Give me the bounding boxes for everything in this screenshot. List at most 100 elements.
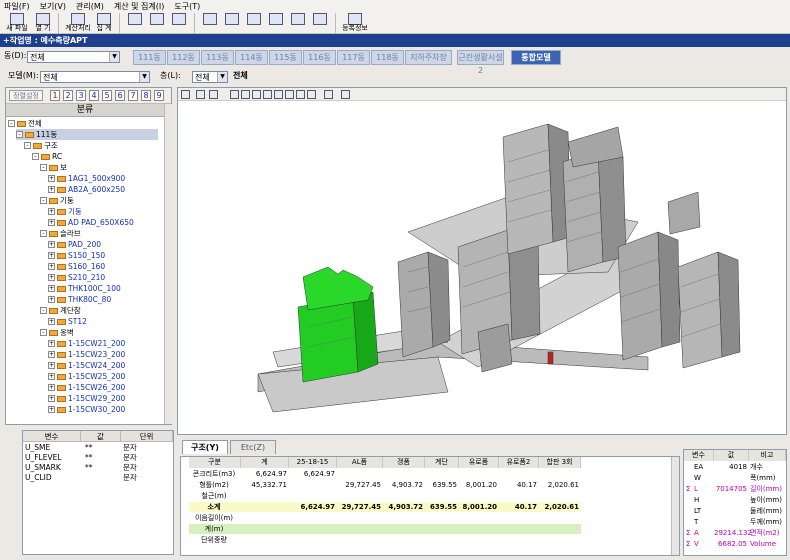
level-button-4[interactable]: 4 <box>89 90 99 101</box>
tool-button-8[interactable] <box>287 12 309 34</box>
expand-toggle-icon[interactable]: - <box>32 153 39 160</box>
reg-info-button[interactable]: 등록정보 <box>340 12 370 34</box>
tree-node[interactable]: + S160_160 <box>48 261 105 272</box>
tool-button-5[interactable] <box>221 12 243 34</box>
tool-button-9[interactable] <box>309 12 331 34</box>
tree-node[interactable]: + 기둥 <box>48 206 82 217</box>
expand-toggle-icon[interactable]: + <box>48 395 55 402</box>
expand-toggle-icon[interactable]: + <box>48 186 55 193</box>
tree-node[interactable]: - 구조 <box>24 140 58 151</box>
expand-toggle-icon[interactable]: + <box>48 175 55 182</box>
view-tool-icon[interactable] <box>263 90 272 99</box>
model-viewer[interactable] <box>177 87 787 435</box>
view-tool-icon[interactable] <box>209 90 218 99</box>
tool-button-3[interactable] <box>168 12 190 34</box>
tree-node[interactable]: + THK80C_80 <box>48 294 111 305</box>
tree-node[interactable]: - RC <box>32 151 62 162</box>
tree-node[interactable]: +1-15CW23_200 <box>48 349 125 360</box>
view-tool-icon[interactable] <box>285 90 294 99</box>
level-button-6[interactable]: 6 <box>115 90 125 101</box>
level-button-1[interactable]: 1 <box>50 90 60 101</box>
expand-toggle-icon[interactable]: + <box>48 373 55 380</box>
tab-building-8[interactable]: 지하주차장 <box>405 50 452 65</box>
tool-button-4[interactable] <box>199 12 221 34</box>
tab-building-9[interactable]: 근린생활시설2 <box>457 50 504 75</box>
expand-toggle-icon[interactable]: + <box>48 384 55 391</box>
view-tool-icon[interactable] <box>181 90 190 99</box>
view-tool-icon[interactable] <box>230 90 239 99</box>
view-tool-icon[interactable] <box>307 90 316 99</box>
expand-toggle-icon[interactable]: + <box>48 406 55 413</box>
level-button-8[interactable]: 8 <box>141 90 151 101</box>
tab-etc[interactable]: Etc(Z) <box>230 440 276 454</box>
view-tool-icon[interactable] <box>324 90 333 99</box>
view-tool-icon[interactable] <box>341 90 350 99</box>
menu-tools[interactable]: 도구(T) <box>174 1 200 12</box>
expand-toggle-icon[interactable]: + <box>48 351 55 358</box>
calc-button[interactable]: 계산처리 <box>63 12 93 34</box>
tab-structure[interactable]: 구조(Y) <box>182 440 228 454</box>
tree-node[interactable]: + S150_150 <box>48 250 105 261</box>
tree-node[interactable]: - 111동 <box>16 129 158 140</box>
grid-scrollbar[interactable] <box>671 457 679 555</box>
menu-manage[interactable]: 관리(M) <box>76 1 104 12</box>
level-button-9[interactable]: 9 <box>154 90 164 101</box>
tool-button-6[interactable] <box>243 12 265 34</box>
expand-toggle-icon[interactable]: + <box>48 219 55 226</box>
tab-building-10[interactable]: 통합모델 <box>511 50 561 65</box>
tab-building-1[interactable]: 112동 <box>167 50 200 65</box>
expand-toggle-icon[interactable]: + <box>48 208 55 215</box>
tree-node[interactable]: +1-15CW24_200 <box>48 360 125 371</box>
tool-button-2[interactable] <box>146 12 168 34</box>
tree-node[interactable]: + THK100C_100 <box>48 283 121 294</box>
tab-building-5[interactable]: 116동 <box>303 50 336 65</box>
expand-toggle-icon[interactable]: + <box>48 318 55 325</box>
expand-toggle-icon[interactable]: + <box>48 296 55 303</box>
tree-node[interactable]: -보 <box>40 162 67 173</box>
tool-button-1[interactable] <box>124 12 146 34</box>
expand-toggle-icon[interactable]: - <box>40 307 47 314</box>
tree-node[interactable]: +1-15CW30_200 <box>48 404 125 415</box>
model-select[interactable]: 전체 ▼ <box>40 71 150 83</box>
expand-toggle-icon[interactable]: + <box>48 252 55 259</box>
expand-toggle-icon[interactable]: + <box>48 285 55 292</box>
tree-view[interactable]: - 전체 -111동 - 구조 - RC - 보 +1AG1_500x900 + AB2A_600x2… <box>6 118 164 424</box>
menu-file[interactable]: 파일(F) <box>4 1 30 12</box>
tree-node[interactable]: +1-15CW26_200 <box>48 382 125 393</box>
expand-toggle-icon[interactable]: + <box>48 340 55 347</box>
expand-toggle-icon[interactable]: - <box>8 120 15 127</box>
sort-settings-button[interactable]: 정렬설정 <box>9 90 43 101</box>
tree-node[interactable]: +1AG1_500x900 <box>48 173 125 184</box>
tree-scrollbar[interactable] <box>164 104 172 424</box>
tree-node[interactable]: - 슬라브 <box>40 228 81 239</box>
tree-node[interactable]: + AD PAD_650X650 <box>48 217 134 228</box>
expand-toggle-icon[interactable]: + <box>48 362 55 369</box>
tree-node[interactable]: +1-15CW25_200 <box>48 371 125 382</box>
tab-building-7[interactable]: 118동 <box>371 50 404 65</box>
level-button-5[interactable]: 5 <box>102 90 112 101</box>
view-tool-icon[interactable] <box>296 90 305 99</box>
expand-toggle-icon[interactable]: - <box>40 230 47 237</box>
tree-node[interactable]: - 전체 <box>8 118 42 129</box>
expand-toggle-icon[interactable]: + <box>48 263 55 270</box>
view-tool-icon[interactable] <box>274 90 283 99</box>
tree-node[interactable]: - 기둥 <box>40 195 74 206</box>
view-tool-icon[interactable] <box>241 90 250 99</box>
new-file-button[interactable]: 새 파일 <box>2 12 32 34</box>
expand-toggle-icon[interactable]: - <box>40 164 47 171</box>
total-button[interactable]: 집 계 <box>93 12 115 34</box>
tree-node[interactable]: + AB2A_600x250 <box>48 184 125 195</box>
menu-view[interactable]: 보기(V) <box>40 1 66 12</box>
expand-toggle-icon[interactable]: - <box>40 329 47 336</box>
tree-node[interactable]: - 옹벽 <box>40 327 74 338</box>
tree-node[interactable]: - 계단참 <box>40 305 81 316</box>
tool-button-7[interactable] <box>265 12 287 34</box>
expand-toggle-icon[interactable]: - <box>24 142 31 149</box>
tree-node[interactable]: + ST12 <box>48 316 87 327</box>
tree-node[interactable]: + PAD_200 <box>48 239 101 250</box>
view-tool-icon[interactable] <box>196 90 205 99</box>
expand-toggle-icon[interactable]: + <box>48 241 55 248</box>
tab-building-4[interactable]: 115동 <box>269 50 302 65</box>
level-button-2[interactable]: 2 <box>63 90 73 101</box>
tree-node[interactable]: + S210_210 <box>48 272 105 283</box>
